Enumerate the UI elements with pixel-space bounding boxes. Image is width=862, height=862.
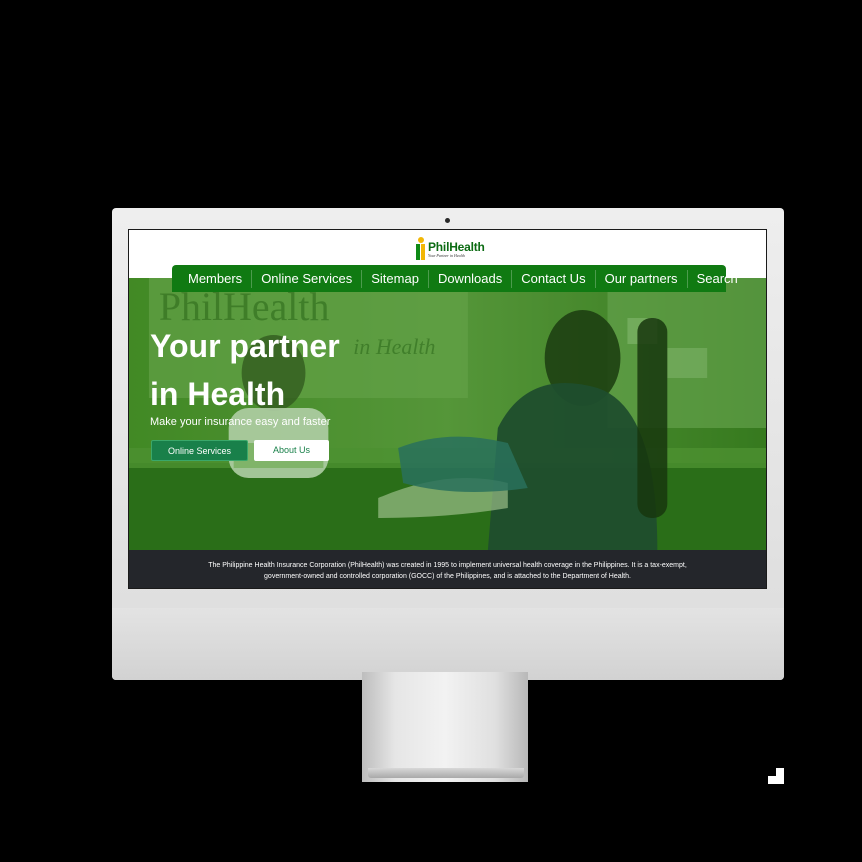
philhealth-logo[interactable]: PhilHealth Your Partner in Health bbox=[416, 237, 485, 261]
logo-name: PhilHealth bbox=[428, 239, 485, 254]
logo-icon bbox=[416, 237, 426, 261]
nav-item-our-partners[interactable]: Our partners bbox=[596, 269, 688, 288]
nav-item-downloads[interactable]: Downloads bbox=[429, 269, 513, 288]
hero-subtitle: Make your insurance easy and faster bbox=[150, 416, 331, 428]
monitor-chin bbox=[112, 608, 784, 680]
hero-title-line-1: Your partner bbox=[150, 328, 340, 364]
nav-item-members[interactable]: Members bbox=[172, 269, 253, 288]
monitor-stand bbox=[362, 672, 528, 782]
nav-item-online-services[interactable]: Online Services bbox=[252, 269, 363, 288]
about-us-button[interactable]: About Us bbox=[254, 440, 329, 461]
hero-section: PhilHealth in Health Your partner in Hea… bbox=[129, 278, 766, 550]
main-navigation: Members Online Services Sitemap Download… bbox=[172, 265, 738, 292]
online-services-button[interactable]: Online Services bbox=[151, 440, 248, 461]
monitor-stand-foot bbox=[368, 768, 524, 778]
nav-item-search[interactable]: Search bbox=[688, 270, 747, 288]
hero-title: Your partner in Health bbox=[150, 322, 410, 418]
hero-title-line-2: in Health bbox=[150, 376, 286, 412]
corner-mark-icon bbox=[768, 768, 784, 784]
camera-icon bbox=[445, 218, 450, 223]
site-footer: The Philippine Health Insurance Corporat… bbox=[129, 550, 766, 588]
footer-about-text: The Philippine Health Insurance Corporat… bbox=[208, 562, 687, 580]
website-screen: PhilHealth Your Partner in Health PhilHe… bbox=[128, 229, 767, 589]
nav-item-sitemap[interactable]: Sitemap bbox=[362, 269, 429, 288]
device-mockup: PhilHealth Your Partner in Health PhilHe… bbox=[0, 0, 862, 862]
logo-tagline: Your Partner in Health bbox=[428, 252, 465, 258]
nav-item-contact-us[interactable]: Contact Us bbox=[512, 269, 596, 288]
